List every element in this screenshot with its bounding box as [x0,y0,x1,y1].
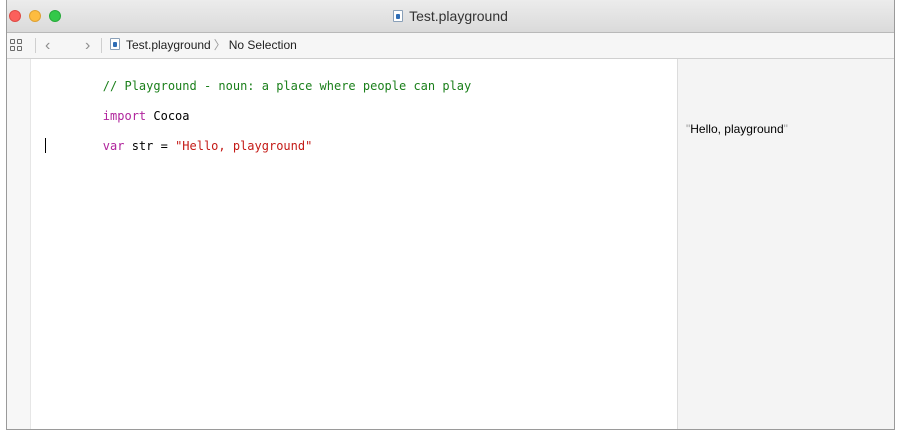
string-token: "Hello, playground" [175,139,313,153]
keyword-token: import [102,109,147,123]
result-string: Hello, playground [690,122,784,136]
quote-mark: " [783,122,788,136]
breadcrumb-file[interactable]: Test.playground [126,38,211,52]
comment-token: // Playground - noun: a place where peop… [102,79,472,93]
chevron-right-icon: 〉 [213,38,226,52]
divider [35,38,36,53]
divider [101,38,102,53]
back-icon[interactable]: ‹ [45,33,50,58]
jump-bar: ‹ › Test.playground 〉 No Selection [7,33,894,59]
breadcrumb-selection[interactable]: No Selection [229,38,297,52]
result-value[interactable]: "Hello, playground" [686,122,788,136]
forward-icon[interactable]: › [85,33,90,58]
breadcrumb: Test.playground 〉 No Selection [110,33,297,58]
playground-file-icon [110,38,120,50]
playground-file-icon [393,10,404,22]
title-bar: Test.playground [7,0,894,33]
playground-window: Test.playground ‹ › Test.playground 〉 No S… [6,0,895,430]
results-sidebar: "Hello, playground" [677,59,894,429]
text-cursor [45,138,46,153]
code-line-var: var str = "Hello, playground" [45,122,313,170]
window-title-text: Test.playground [409,8,508,24]
grid-icon[interactable] [10,39,22,51]
code-editor[interactable]: // Playground - noun: a place where peop… [7,59,677,429]
identifier-token: Cocoa [146,109,190,123]
line-gutter [7,59,31,429]
window-title: Test.playground [7,7,894,25]
keyword-token: var [102,139,125,153]
identifier-token: str = [124,139,176,153]
